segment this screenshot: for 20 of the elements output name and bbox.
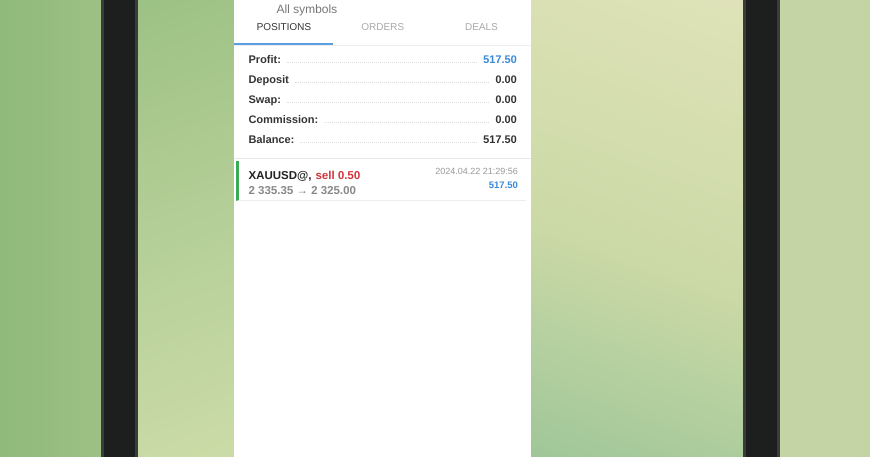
trade-profit: 517.50 bbox=[488, 180, 518, 191]
summary-value: 517.50 bbox=[483, 54, 517, 66]
summary-value: 0.00 bbox=[495, 114, 517, 126]
summary-label: Profit: bbox=[248, 54, 281, 66]
summary-value: 0.00 bbox=[495, 74, 517, 86]
tab[interactable]: POSITIONS bbox=[234, 17, 334, 45]
position-row[interactable]: XAUUSD@, sell 0.50 2 335.35 → 2 325.00 2024.04.22 21:29:56 517.50 bbox=[236, 161, 526, 201]
price-range: 2 335.35 → 2 325.00 bbox=[248, 185, 357, 197]
summary-value: 0.00 bbox=[495, 94, 517, 106]
summary-label: Deposit bbox=[248, 74, 289, 86]
summary-label: Swap: bbox=[248, 94, 281, 106]
summary-label: Balance: bbox=[248, 134, 294, 146]
trade-side: sell 0.50 bbox=[315, 170, 360, 182]
summary-label: Commission: bbox=[248, 114, 318, 126]
tab[interactable]: ORDERS bbox=[333, 17, 432, 45]
tab[interactable]: DEALS bbox=[432, 17, 531, 45]
summary-value: 517.50 bbox=[483, 134, 517, 146]
trade-time: 2024.04.22 21:29:56 bbox=[435, 166, 518, 176]
symbols-filter-label[interactable]: All symbols bbox=[276, 2, 338, 16]
symbol-name: XAUUSD@, bbox=[248, 170, 312, 182]
